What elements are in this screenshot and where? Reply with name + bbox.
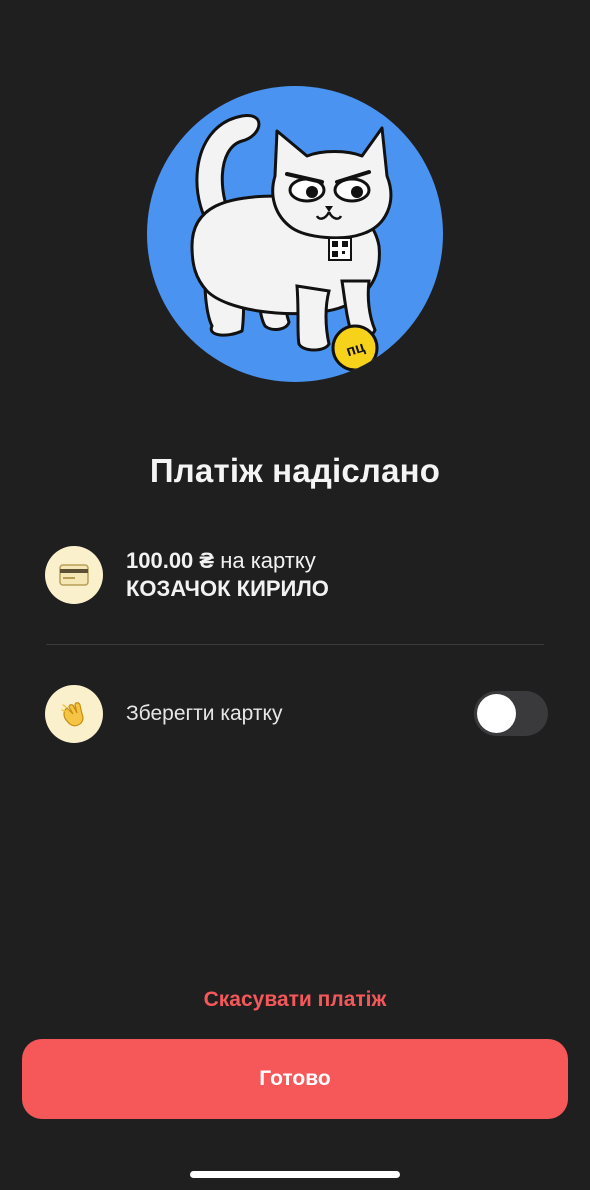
payment-amount: 100.00 ₴ bbox=[126, 548, 215, 573]
save-card-label: Зберегти картку bbox=[126, 702, 283, 725]
divider bbox=[46, 644, 544, 645]
cat-illustration: пц bbox=[190, 114, 393, 372]
card-icon-badge bbox=[45, 546, 103, 604]
payment-amount-line: 100.00 ₴ на картку bbox=[126, 548, 316, 574]
credit-card-icon bbox=[59, 564, 89, 586]
save-card-toggle[interactable] bbox=[474, 691, 548, 736]
done-button[interactable]: Готово bbox=[22, 1039, 568, 1119]
waving-hand-icon bbox=[61, 702, 84, 727]
toggle-knob bbox=[477, 694, 516, 733]
wave-icon-badge bbox=[45, 685, 103, 743]
recipient-name: КОЗАЧОК КИРИЛО bbox=[126, 576, 329, 601]
page-title: Платіж надіслано bbox=[149, 452, 441, 489]
cancel-payment-link[interactable]: Скасувати платіж bbox=[0, 988, 590, 1012]
hero-illustration: пц bbox=[147, 86, 443, 382]
payment-amount-suffix: на картку bbox=[214, 548, 316, 573]
home-indicator[interactable] bbox=[190, 1171, 400, 1178]
